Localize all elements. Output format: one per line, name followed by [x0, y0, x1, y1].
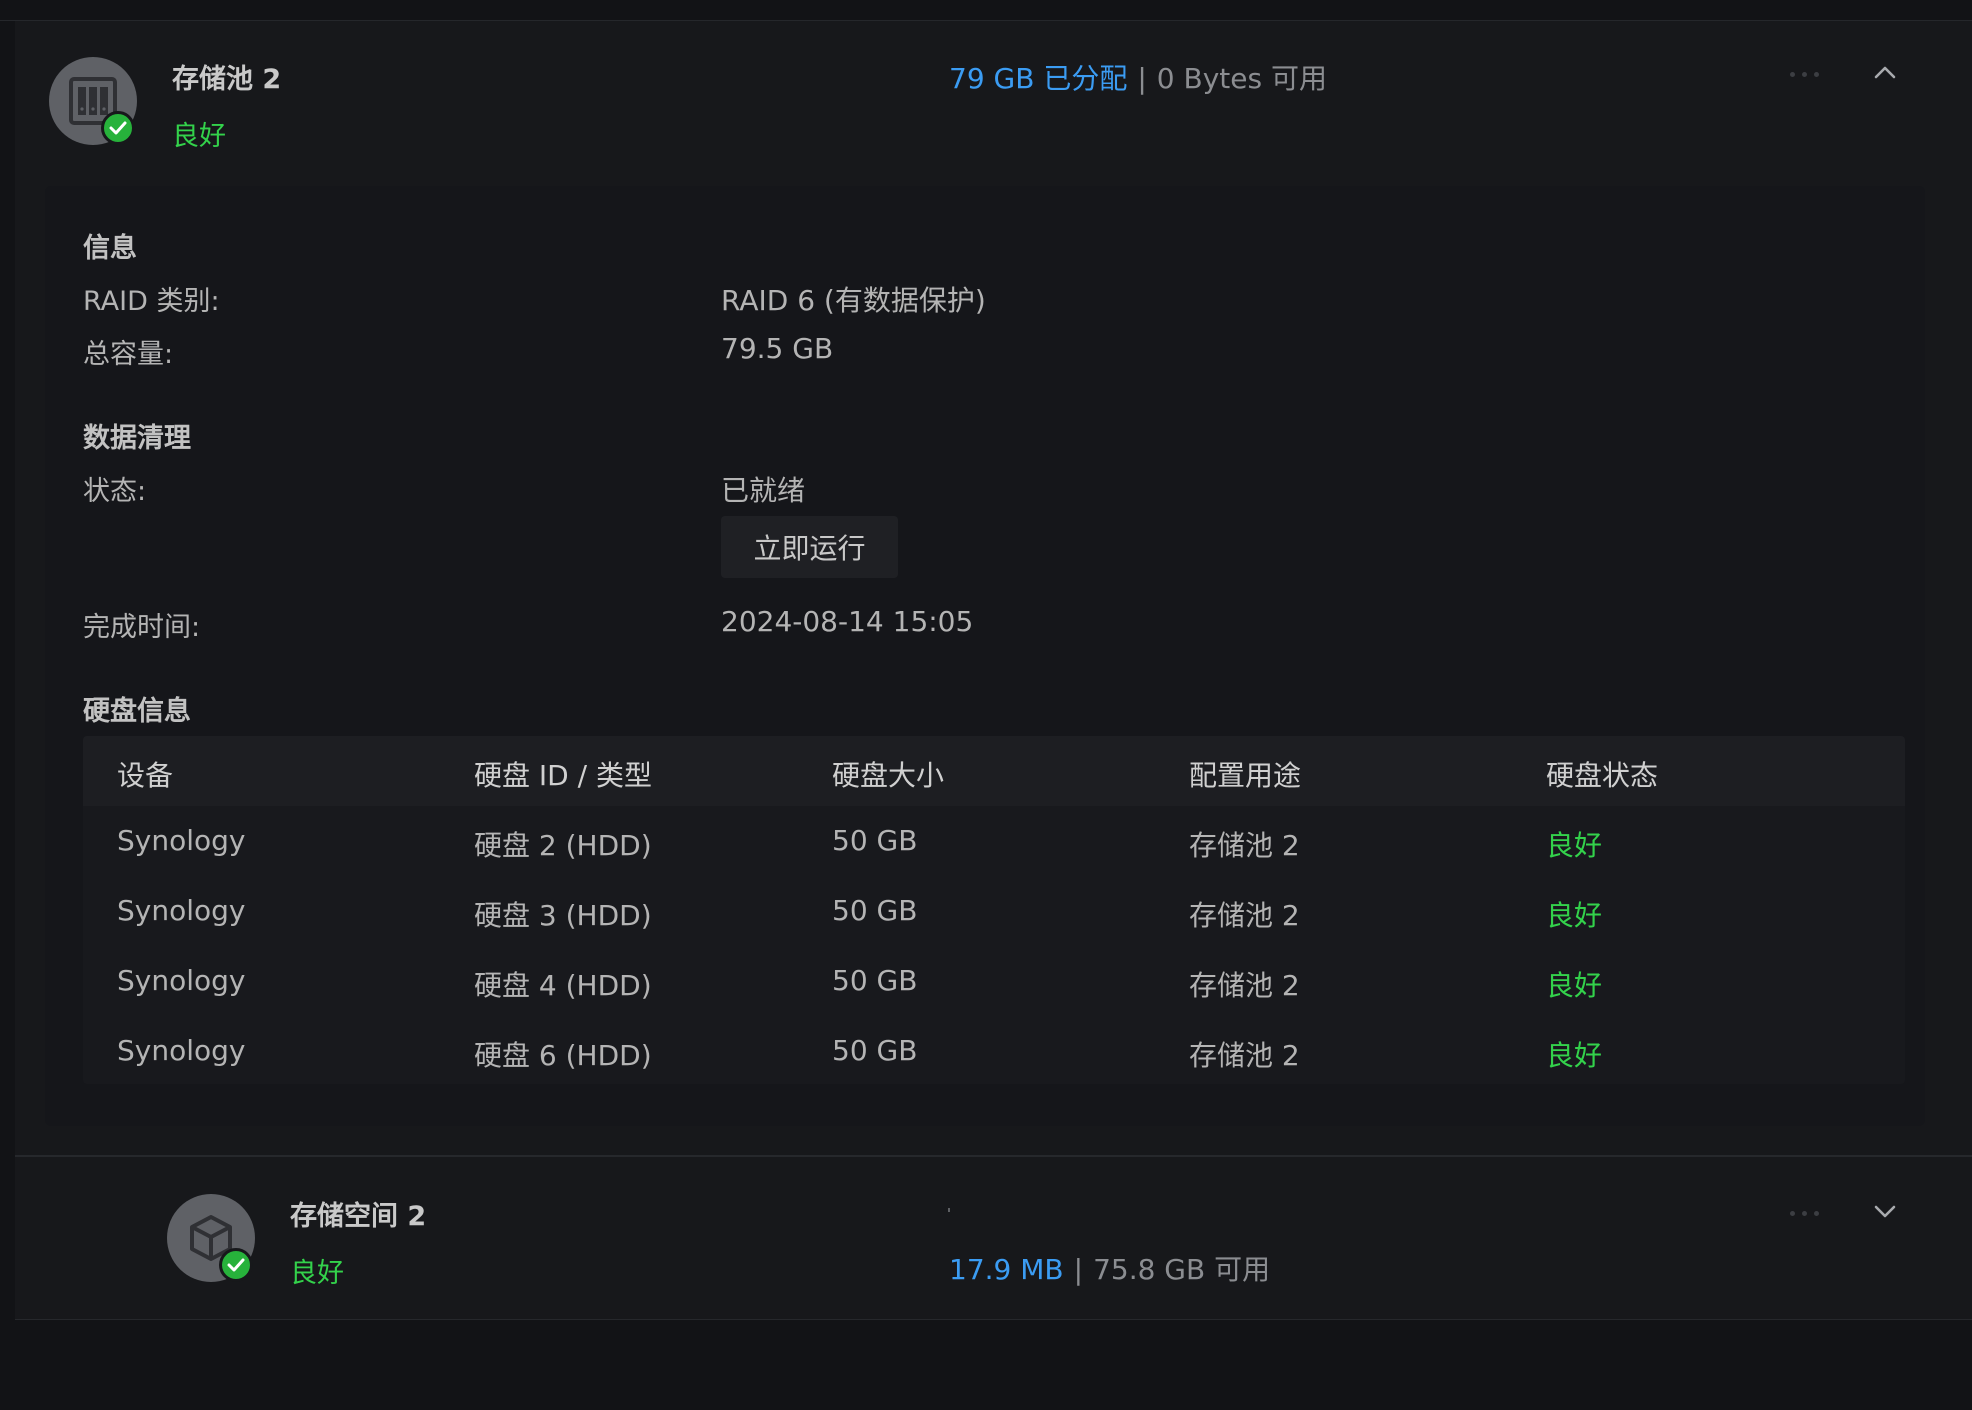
column-header-disk-size[interactable]: 硬盘大小	[832, 754, 944, 794]
scrub-section-title: 数据清理	[83, 423, 191, 454]
pool-usage: 79 GB 已分配 | 0 Bytes 可用	[949, 57, 1327, 97]
disk-table: 设备 硬盘 ID / 类型 硬盘大小 配置用途 硬盘状态 Synology 硬盘…	[83, 736, 1905, 1084]
capacity-value: 79.5 GB	[721, 332, 834, 365]
cell-disk-id: 硬盘 6 (HDD)	[474, 1039, 652, 1072]
cell-allocation: 存储池 2	[1189, 899, 1300, 932]
scrub-status-label: 状态:	[83, 476, 147, 507]
top-bar	[0, 0, 1972, 21]
cell-allocation: 存储池 2	[1189, 829, 1300, 862]
usage-separator: |	[1073, 1253, 1084, 1286]
cell-disk-status: 良好	[1546, 899, 1603, 932]
status-check-icon	[219, 1248, 253, 1282]
cell-device: Synology	[117, 1034, 246, 1067]
cell-disk-id: 硬盘 3 (HDD)	[474, 899, 652, 932]
cell-disk-id: 硬盘 4 (HDD)	[474, 969, 652, 1002]
finish-time-label: 完成时间:	[83, 612, 201, 643]
volume-usage-used: 17.9 MB	[949, 1253, 1064, 1286]
usage-separator: |	[1137, 62, 1147, 95]
pool-status: 良好	[172, 121, 226, 152]
cell-disk-status: 良好	[1546, 1039, 1603, 1072]
cell-disk-size: 50 GB	[832, 894, 918, 927]
pool-title: 存储池 2	[172, 64, 282, 95]
disk-info-section-title: 硬盘信息	[83, 696, 191, 727]
scrub-status-value: 已就绪	[721, 474, 806, 507]
finish-time-value: 2024-08-14 15:05	[721, 605, 974, 638]
chevron-down-icon[interactable]	[1872, 1203, 1898, 1219]
capacity-label: 总容量:	[83, 339, 174, 370]
volume-usage: 17.9 MB | 75.8 GB 可用	[949, 1248, 1270, 1288]
more-options-icon[interactable]	[1790, 70, 1830, 80]
cell-allocation: 存储池 2	[1189, 1039, 1300, 1072]
cell-disk-status: 良好	[1546, 829, 1603, 862]
raid-label: RAID 类别:	[83, 286, 220, 317]
cell-disk-size: 50 GB	[832, 1034, 918, 1067]
disk-table-header: 设备 硬盘 ID / 类型 硬盘大小 配置用途 硬盘状态	[83, 736, 1905, 806]
volume-status: 良好	[290, 1258, 344, 1289]
column-header-disk-status[interactable]: 硬盘状态	[1546, 754, 1658, 794]
cell-disk-size: 50 GB	[832, 824, 918, 857]
cell-disk-id: 硬盘 2 (HDD)	[474, 829, 652, 862]
volume-title: 存储空间 2	[290, 1201, 427, 1232]
run-now-button[interactable]: 立即运行	[721, 516, 898, 578]
column-header-allocation[interactable]: 配置用途	[1189, 754, 1301, 794]
cell-allocation: 存储池 2	[1189, 969, 1300, 1002]
cell-device: Synology	[117, 894, 246, 927]
pool-usage-allocated: 79 GB 已分配	[949, 62, 1128, 95]
volume-panel	[15, 1157, 1972, 1320]
usage-bar-marker	[948, 1208, 950, 1212]
pool-usage-available: 0 Bytes 可用	[1156, 62, 1327, 95]
info-section-title: 信息	[83, 233, 137, 264]
cell-disk-size: 50 GB	[832, 964, 918, 997]
more-options-icon[interactable]	[1790, 1209, 1830, 1219]
chevron-up-icon[interactable]	[1872, 64, 1898, 80]
column-header-disk-id[interactable]: 硬盘 ID / 类型	[474, 754, 652, 794]
cell-device: Synology	[117, 824, 246, 857]
volume-usage-available: 75.8 GB 可用	[1093, 1253, 1271, 1286]
raid-value: RAID 6 (有数据保护)	[721, 284, 986, 317]
status-check-icon	[101, 111, 135, 145]
cell-device: Synology	[117, 964, 246, 997]
cell-disk-status: 良好	[1546, 969, 1603, 1002]
column-header-device[interactable]: 设备	[117, 754, 173, 794]
